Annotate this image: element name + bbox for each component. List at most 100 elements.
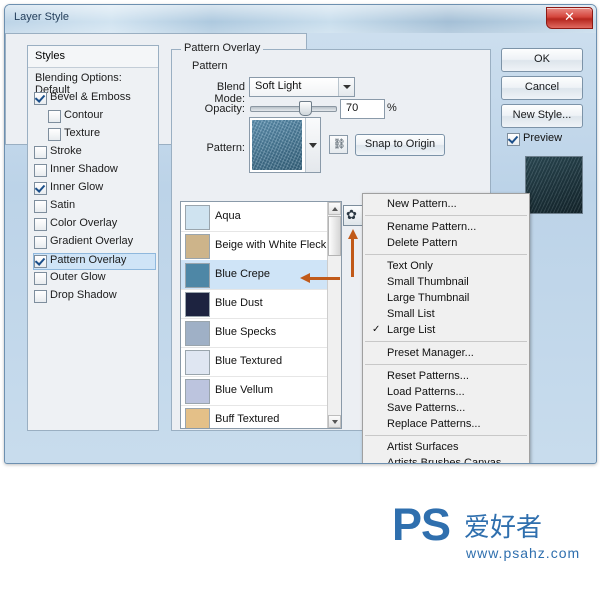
menu-separator	[365, 364, 527, 365]
menu-item-load-patterns[interactable]: Load Patterns...	[363, 384, 529, 400]
opacity-slider-track[interactable]	[250, 106, 337, 112]
pattern-chevron-down-icon[interactable]	[305, 118, 320, 172]
pattern-swatch-picker[interactable]	[249, 117, 321, 173]
pattern-thumbnail	[185, 350, 210, 375]
style-item-satin[interactable]: Satin	[34, 199, 154, 215]
pattern-list-scrollbar[interactable]	[327, 202, 341, 428]
style-label: Drop Shadow	[50, 289, 117, 301]
menu-item-large-thumbnail[interactable]: Large Thumbnail	[363, 290, 529, 306]
pattern-list-item[interactable]: Blue Vellum	[181, 376, 327, 406]
checkbox-preview[interactable]	[507, 133, 520, 146]
pattern-options-context-menu: New Pattern... Rename Pattern... Delete …	[362, 193, 530, 463]
link-icon: ⛓	[333, 139, 346, 150]
menu-label: Rename Pattern...	[387, 221, 477, 233]
checkbox-bevel-emboss[interactable]	[34, 92, 47, 105]
scroll-up-icon[interactable]	[328, 202, 341, 215]
menu-label: Preset Manager...	[387, 347, 474, 359]
menu-item-small-thumbnail[interactable]: Small Thumbnail	[363, 274, 529, 290]
checkbox-pattern-overlay[interactable]	[34, 255, 47, 268]
scrollbar-thumb[interactable]	[328, 216, 341, 256]
pattern-list-item[interactable]: Beige with White Fleck	[181, 231, 327, 261]
pattern-list-item[interactable]: Buff Textured	[181, 405, 327, 428]
checkbox-inner-glow[interactable]	[34, 182, 47, 195]
chevron-down-icon[interactable]	[338, 78, 354, 96]
menu-item-preset-manager[interactable]: Preset Manager...	[363, 345, 529, 361]
menu-item-new-pattern[interactable]: New Pattern...	[363, 196, 529, 212]
blend-mode-select[interactable]: Soft Light	[249, 77, 355, 97]
pattern-list-item[interactable]: Blue Textured	[181, 347, 327, 377]
menu-label: Load Patterns...	[387, 386, 465, 398]
new-style-button[interactable]: New Style...	[501, 104, 583, 128]
title-bar[interactable]: Layer Style ✕	[5, 5, 596, 33]
menu-item-rename-pattern[interactable]: Rename Pattern...	[363, 219, 529, 235]
pattern-thumbnail	[185, 234, 210, 259]
style-label: Inner Glow	[50, 181, 104, 193]
style-item-gradient-overlay[interactable]: Gradient Overlay	[34, 235, 154, 251]
menu-label: Replace Patterns...	[387, 418, 481, 430]
style-label: Color Overlay	[50, 217, 118, 229]
menu-item-reset-patterns[interactable]: Reset Patterns...	[363, 368, 529, 384]
menu-item-text-only[interactable]: Text Only	[363, 258, 529, 274]
checkbox-inner-shadow[interactable]	[34, 164, 47, 177]
screenshot-root: Layer Style ✕ Styles Blending Options: D…	[0, 0, 600, 600]
pattern-list-item[interactable]: Blue Specks	[181, 318, 327, 348]
menu-separator	[365, 435, 527, 436]
pattern-item-label: Blue Textured	[215, 355, 283, 367]
pattern-item-label: Blue Crepe	[215, 268, 271, 280]
cancel-button[interactable]: Cancel	[501, 76, 583, 100]
pattern-item-label: Blue Vellum	[215, 384, 274, 396]
style-item-drop-shadow[interactable]: Drop Shadow	[34, 289, 154, 305]
checkbox-color-overlay[interactable]	[34, 218, 47, 231]
style-item-contour[interactable]: Contour	[34, 109, 154, 125]
menu-item-small-list[interactable]: Small List	[363, 306, 529, 322]
style-item-inner-glow[interactable]: Inner Glow	[34, 181, 154, 197]
checkbox-contour[interactable]	[48, 110, 61, 123]
style-item-bevel-emboss[interactable]: Bevel & Emboss	[34, 91, 154, 107]
checkbox-texture[interactable]	[48, 128, 61, 141]
snap-to-origin-button[interactable]: Snap to Origin	[355, 134, 445, 156]
menu-label: Save Patterns...	[387, 402, 466, 414]
close-button[interactable]: ✕	[546, 7, 593, 29]
pattern-list-item[interactable]: Blue Dust	[181, 289, 327, 319]
menu-label: Large List	[387, 324, 436, 336]
blend-mode-label: Blend Mode:	[214, 81, 245, 105]
menu-item-artist-surfaces[interactable]: Artist Surfaces	[363, 439, 529, 455]
style-item-outer-glow[interactable]: Outer Glow	[34, 271, 154, 287]
style-label: Outer Glow	[50, 271, 106, 283]
preview-label: Preview	[523, 132, 563, 144]
menu-item-delete-pattern[interactable]: Delete Pattern	[363, 235, 529, 251]
pattern-item-label: Beige with White Fleck	[215, 239, 327, 251]
checkbox-gradient-overlay[interactable]	[34, 236, 47, 249]
watermark: PS 爱好者 www.psahz.com	[392, 493, 592, 583]
menu-label: Delete Pattern	[387, 237, 458, 249]
style-item-texture[interactable]: Texture	[34, 127, 154, 143]
scroll-down-icon[interactable]	[328, 415, 341, 428]
menu-label: Artist Surfaces	[387, 441, 459, 453]
opacity-input[interactable]: 70	[340, 99, 385, 119]
checkbox-satin[interactable]	[34, 200, 47, 213]
pattern-label: Pattern:	[206, 142, 245, 154]
pattern-options-gear-button[interactable]: ✿	[343, 205, 364, 226]
checkbox-outer-glow[interactable]	[34, 272, 47, 285]
style-item-stroke[interactable]: Stroke	[34, 145, 154, 161]
link-to-origin-button[interactable]: ⛓	[329, 135, 348, 154]
opacity-slider-thumb[interactable]	[299, 101, 312, 116]
menu-item-artists-brushes-canvas[interactable]: Artists Brushes Canvas	[363, 455, 529, 463]
menu-item-save-patterns[interactable]: Save Patterns...	[363, 400, 529, 416]
ok-button[interactable]: OK	[501, 48, 583, 72]
menu-item-replace-patterns[interactable]: Replace Patterns...	[363, 416, 529, 432]
style-label: Contour	[64, 109, 104, 121]
watermark-url-text: www.psahz.com	[466, 545, 581, 561]
pattern-thumbnail	[185, 379, 210, 404]
menu-item-large-list[interactable]: ✓ Large List	[363, 322, 529, 338]
style-label: Texture	[64, 127, 101, 139]
style-label: Bevel & Emboss	[50, 91, 131, 103]
pattern-item-label: Blue Dust	[215, 297, 263, 309]
style-item-pattern-overlay[interactable]: Pattern Overlay	[33, 253, 156, 270]
style-item-inner-shadow[interactable]: Inner Shadow	[34, 163, 154, 179]
checkbox-drop-shadow[interactable]	[34, 290, 47, 303]
style-item-color-overlay[interactable]: Color Overlay	[34, 217, 154, 233]
arrow-shaft	[351, 237, 354, 277]
pattern-list-item[interactable]: Aqua	[181, 202, 327, 232]
checkbox-stroke[interactable]	[34, 146, 47, 159]
